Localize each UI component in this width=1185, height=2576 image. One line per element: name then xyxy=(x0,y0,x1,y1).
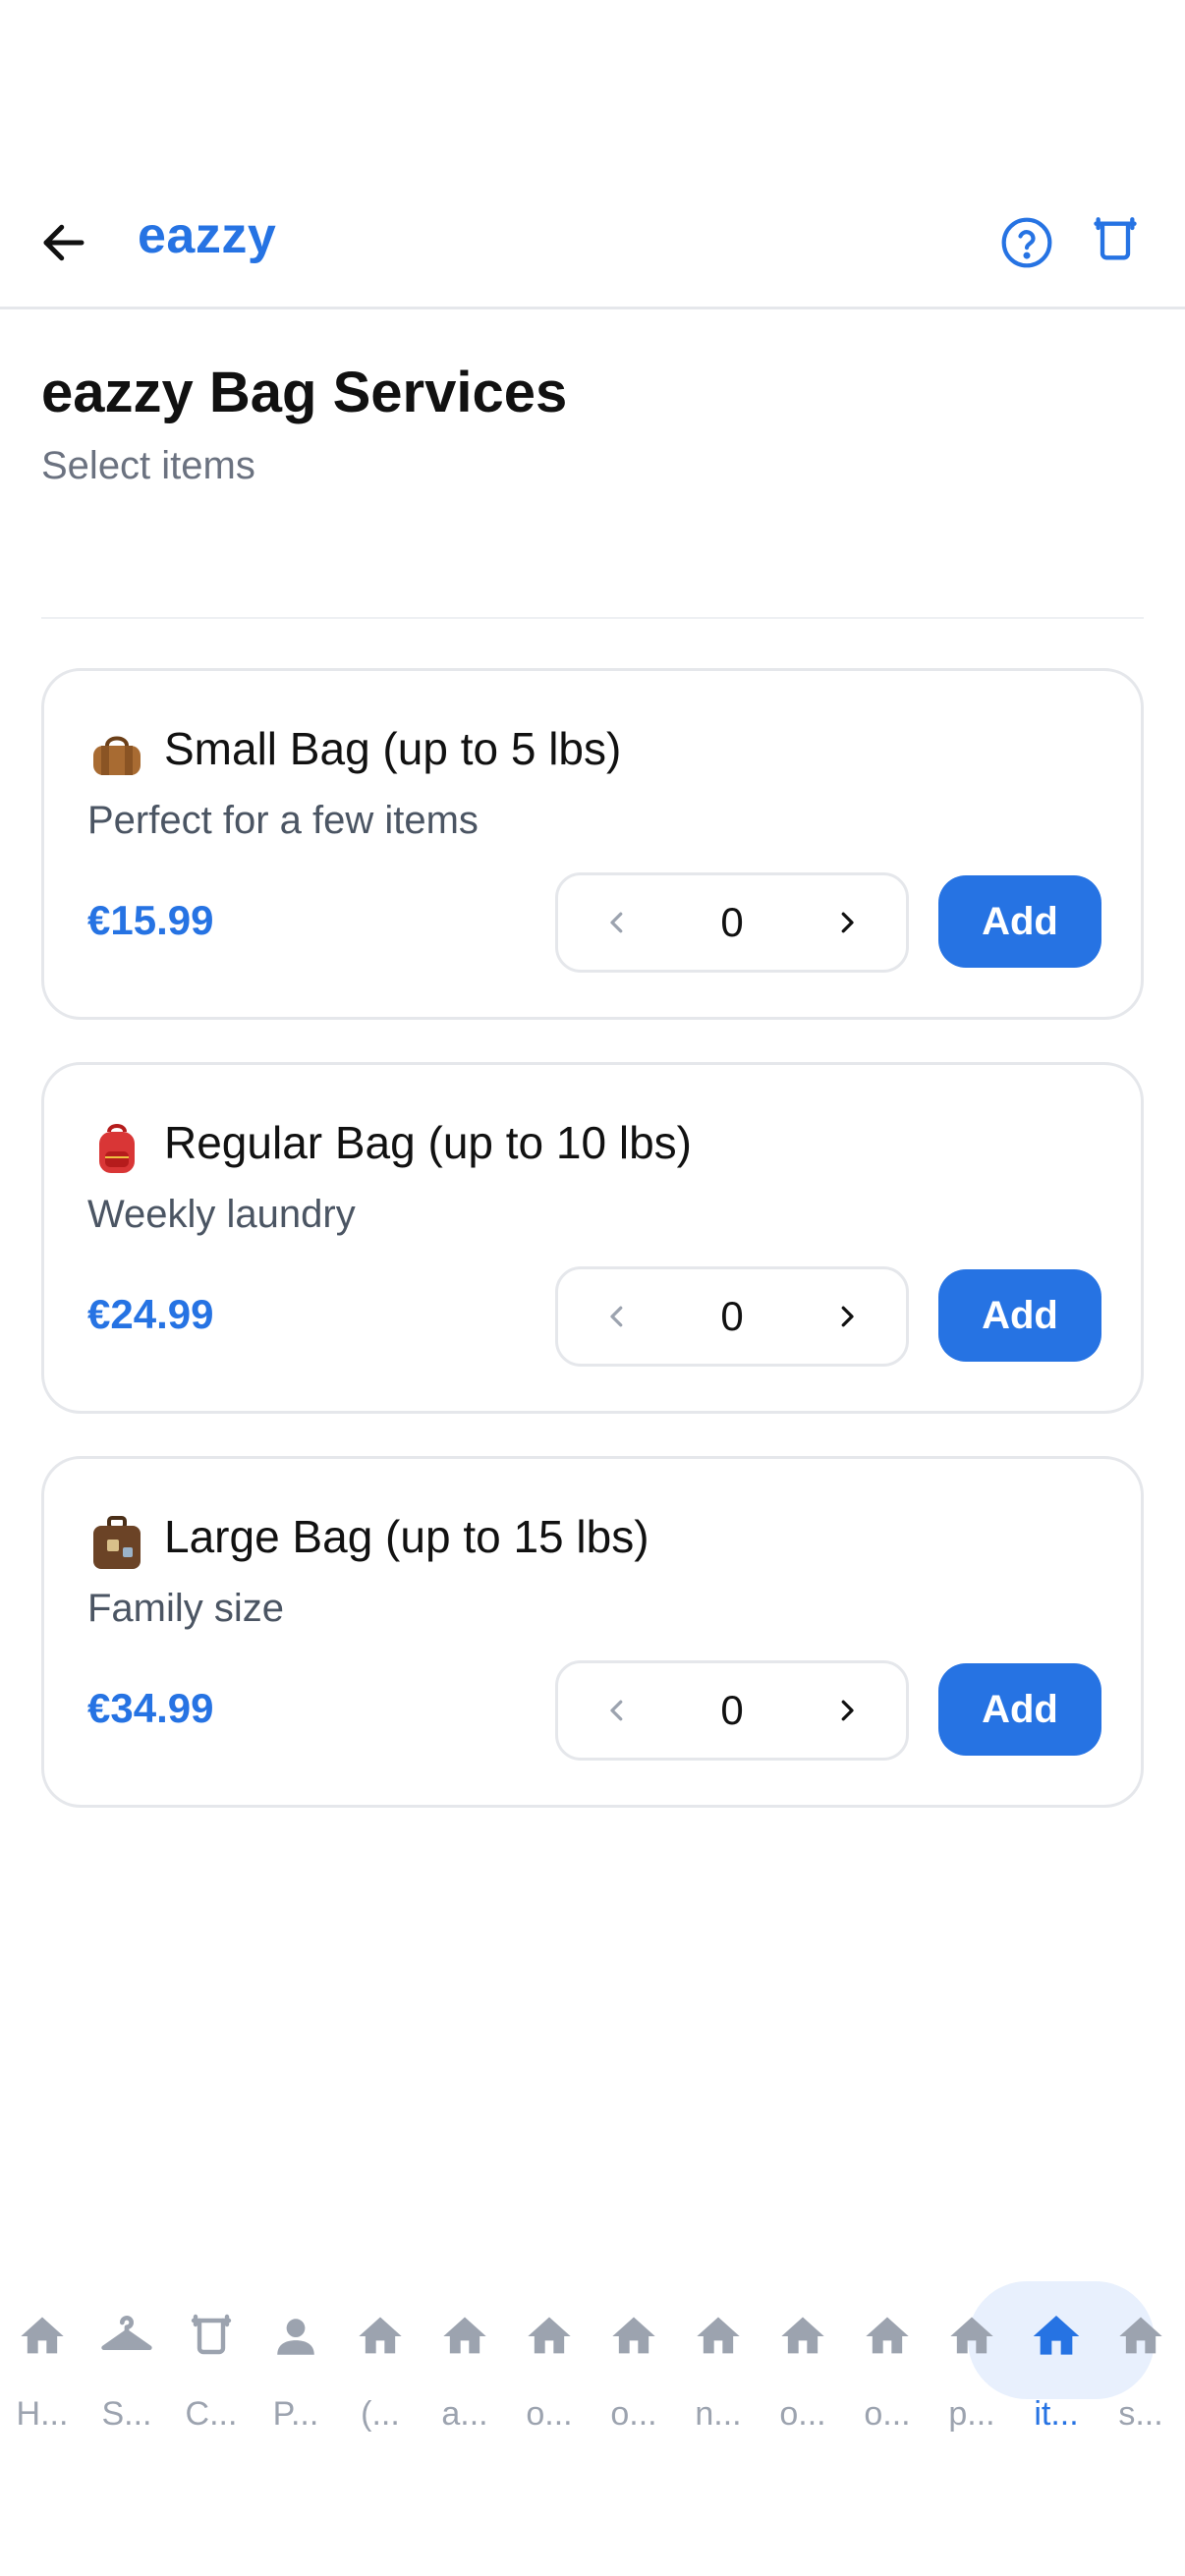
increment-button[interactable] xyxy=(788,1663,906,1758)
add-button[interactable]: Add xyxy=(938,1663,1101,1756)
nav-label: it... xyxy=(1034,2395,1079,2433)
add-button[interactable]: Add xyxy=(938,1269,1101,1362)
chevron-right-icon xyxy=(841,912,854,933)
item-title: Regular Bag (up to 10 lbs) xyxy=(164,1117,692,1168)
item-price: €15.99 xyxy=(87,897,214,943)
add-button[interactable]: Add xyxy=(938,875,1101,968)
item-description: Family size xyxy=(87,1587,285,1630)
home-icon xyxy=(1113,2309,1168,2364)
basket-icon xyxy=(184,2309,239,2364)
bottom-nav: H... S... C... P... (... a... o... o... xyxy=(0,2269,1185,2456)
nav-item-6[interactable]: a... xyxy=(423,2269,507,2456)
home-icon xyxy=(437,2309,492,2364)
nav-label: o... xyxy=(779,2395,826,2433)
home-icon xyxy=(775,2309,830,2364)
nav-label: o... xyxy=(610,2395,657,2433)
decrement-button[interactable] xyxy=(558,1663,676,1758)
page-title: eazzy Bag Services xyxy=(41,361,568,424)
nav-label: (... xyxy=(361,2395,400,2433)
item-price: €34.99 xyxy=(87,1685,214,1731)
decrement-button[interactable] xyxy=(558,875,676,970)
nav-label: S... xyxy=(101,2395,152,2433)
nav-item-8[interactable]: o... xyxy=(592,2269,676,2456)
nav-label: C... xyxy=(185,2395,238,2433)
duffel-bag-icon xyxy=(87,726,146,785)
chevron-right-icon xyxy=(841,1700,854,1721)
nav-label: H... xyxy=(16,2395,69,2433)
nav-item-7[interactable]: o... xyxy=(507,2269,592,2456)
home-icon xyxy=(691,2309,746,2364)
item-price: €24.99 xyxy=(87,1291,214,1337)
nav-label: n... xyxy=(695,2395,742,2433)
divider xyxy=(41,617,1144,619)
item-description: Weekly laundry xyxy=(87,1193,356,1236)
nav-item-5[interactable]: (... xyxy=(338,2269,423,2456)
quantity-stepper: 0 xyxy=(555,1660,909,1761)
item-card-small-bag: Small Bag (up to 5 lbs) Perfect for a fe… xyxy=(41,668,1144,1020)
nav-item-profile[interactable]: P... xyxy=(254,2269,338,2456)
home-icon xyxy=(860,2309,915,2364)
back-button[interactable] xyxy=(29,208,98,277)
quantity-value: 0 xyxy=(720,1293,744,1339)
quantity-value: 0 xyxy=(720,1687,744,1733)
page-subtitle: Select items xyxy=(41,444,255,487)
chevron-left-icon xyxy=(610,1306,623,1327)
nav-item-12[interactable]: p... xyxy=(930,2269,1014,2456)
nav-item-11[interactable]: o... xyxy=(845,2269,930,2456)
backpack-icon xyxy=(87,1120,146,1179)
nav-label: P... xyxy=(272,2395,319,2433)
home-icon xyxy=(606,2309,661,2364)
chevron-left-icon xyxy=(610,912,623,933)
item-card-regular-bag: Regular Bag (up to 10 lbs) Weekly laundr… xyxy=(41,1062,1144,1414)
item-title: Large Bag (up to 15 lbs) xyxy=(164,1511,649,1562)
item-description: Perfect for a few items xyxy=(87,799,479,842)
decrement-button[interactable] xyxy=(558,1269,676,1364)
nav-label: a... xyxy=(441,2395,488,2433)
brand-title[interactable]: eazzy xyxy=(138,206,276,265)
person-icon xyxy=(268,2309,323,2364)
chevron-left-icon xyxy=(610,1700,623,1721)
item-title: Small Bag (up to 5 lbs) xyxy=(164,723,622,774)
basket-button[interactable] xyxy=(1081,206,1150,275)
chevron-right-icon xyxy=(841,1306,854,1327)
increment-button[interactable] xyxy=(788,1269,906,1364)
help-button[interactable] xyxy=(992,208,1061,277)
top-app-bar: eazzy xyxy=(0,177,1185,309)
home-icon xyxy=(1029,2309,1084,2364)
basket-icon xyxy=(1094,217,1137,260)
nav-item-14[interactable]: s... xyxy=(1099,2269,1183,2456)
home-icon xyxy=(522,2309,577,2364)
nav-label: s... xyxy=(1118,2395,1163,2433)
quantity-value: 0 xyxy=(720,899,744,945)
quantity-stepper: 0 xyxy=(555,1266,909,1367)
item-card-large-bag: Large Bag (up to 15 lbs) Family size €34… xyxy=(41,1456,1144,1808)
help-circle-icon xyxy=(1001,217,1052,268)
nav-label: p... xyxy=(948,2395,995,2433)
hanger-icon xyxy=(99,2309,154,2364)
quantity-stepper: 0 xyxy=(555,872,909,973)
home-icon xyxy=(353,2309,408,2364)
nav-item-items-active[interactable]: it... xyxy=(1014,2269,1099,2456)
arrow-left-icon xyxy=(43,224,85,261)
home-icon xyxy=(944,2309,999,2364)
nav-label: o... xyxy=(526,2395,573,2433)
nav-item-home[interactable]: H... xyxy=(0,2269,85,2456)
home-icon xyxy=(15,2309,70,2364)
nav-label: o... xyxy=(864,2395,911,2433)
nav-item-10[interactable]: o... xyxy=(761,2269,845,2456)
suitcase-icon xyxy=(87,1514,146,1573)
nav-item-cart[interactable]: C... xyxy=(169,2269,254,2456)
nav-item-services[interactable]: S... xyxy=(85,2269,169,2456)
increment-button[interactable] xyxy=(788,875,906,970)
nav-item-9[interactable]: n... xyxy=(676,2269,761,2456)
app-root: eazzy eazzy Bag Services Select items Sm… xyxy=(0,0,1185,2576)
